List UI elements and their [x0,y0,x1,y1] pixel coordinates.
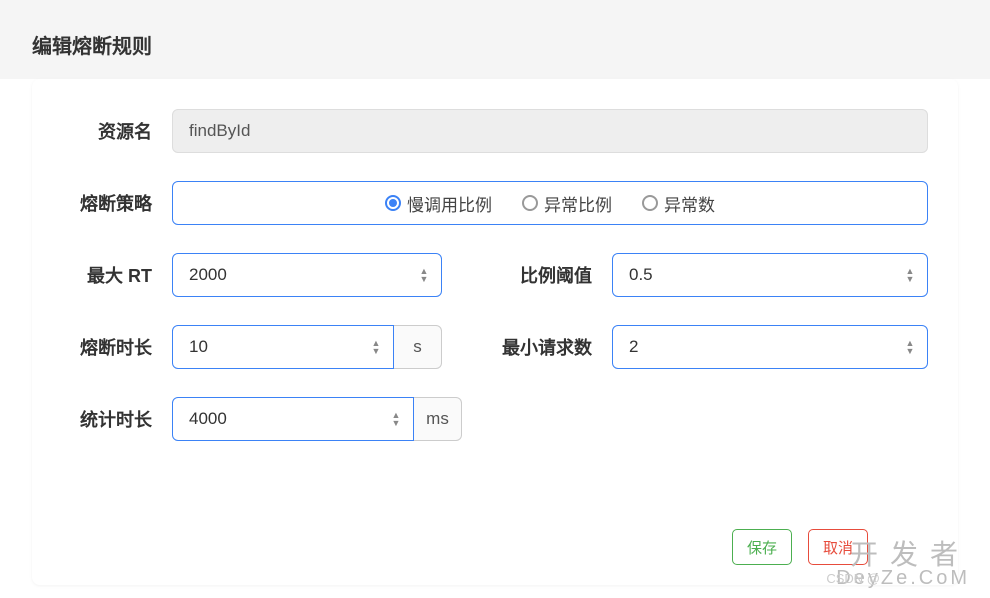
radio-error-count[interactable]: 异常数 [642,191,715,216]
row-break-min: 熔断时长 10 ▲▼ s 最小请求数 2 [62,325,928,369]
radio-error-count-label: 异常数 [664,191,715,216]
input-stat-duration[interactable]: 4000 ▲▼ [172,397,414,441]
row-stat-duration: 统计时长 4000 ▲▼ ms [62,397,928,441]
label-resource: 资源名 [62,118,172,144]
radio-error-ratio-label: 异常比例 [544,191,612,216]
cancel-button[interactable]: 取消 [808,529,868,565]
input-max-rt[interactable]: 2000 ▲▼ [172,253,442,297]
spinner-icon[interactable]: ▲▼ [417,268,431,283]
spinner-icon[interactable]: ▲▼ [389,412,403,427]
radio-error-ratio[interactable]: 异常比例 [522,191,612,216]
radio-slow-ratio-label: 慢调用比例 [407,191,492,216]
max-rt-value: 2000 [189,265,417,285]
break-duration-value: 10 [189,337,369,357]
input-min-requests[interactable]: 2 ▲▼ [612,325,928,369]
spinner-icon[interactable]: ▲▼ [903,268,917,283]
input-resource: findById [172,109,928,153]
stat-duration-value: 4000 [189,409,389,429]
unit-seconds: s [394,325,442,369]
spinner-icon[interactable]: ▲▼ [903,340,917,355]
min-requests-value: 2 [629,337,903,357]
input-ratio-threshold[interactable]: 0.5 ▲▼ [612,253,928,297]
resource-value: findById [189,121,250,141]
label-ratio-threshold: 比例阈值 [482,262,612,288]
spinner-icon[interactable]: ▲▼ [369,340,383,355]
radio-group-strategy: 慢调用比例 异常比例 异常数 [172,181,928,225]
radio-slow-ratio[interactable]: 慢调用比例 [385,191,492,216]
label-max-rt: 最大 RT [62,262,172,288]
row-rt-ratio: 最大 RT 2000 ▲▼ 比例阈值 0.5 ▲▼ [62,253,928,297]
row-resource: 资源名 findById [62,109,928,153]
modal-footer: 保存 取消 [62,469,928,565]
modal-container: 编辑熔断规则 资源名 findById 熔断策略 慢调用比例 [0,0,990,598]
label-min-requests: 最小请求数 [482,334,612,360]
row-strategy: 熔断策略 慢调用比例 异常比例 异常数 [62,181,928,225]
radio-dot-icon [385,195,401,211]
input-break-duration[interactable]: 10 ▲▼ [172,325,394,369]
radio-circle-icon [642,195,658,211]
label-break-duration: 熔断时长 [62,334,172,360]
modal-title: 编辑熔断规则 [32,30,958,59]
modal-header: 编辑熔断规则 [0,0,990,79]
radio-circle-icon [522,195,538,211]
unit-ms: ms [414,397,462,441]
ratio-threshold-value: 0.5 [629,265,903,285]
label-stat-duration: 统计时长 [62,406,172,432]
label-strategy: 熔断策略 [62,190,172,216]
save-button[interactable]: 保存 [732,529,792,565]
modal-body: 资源名 findById 熔断策略 慢调用比例 [32,79,958,585]
